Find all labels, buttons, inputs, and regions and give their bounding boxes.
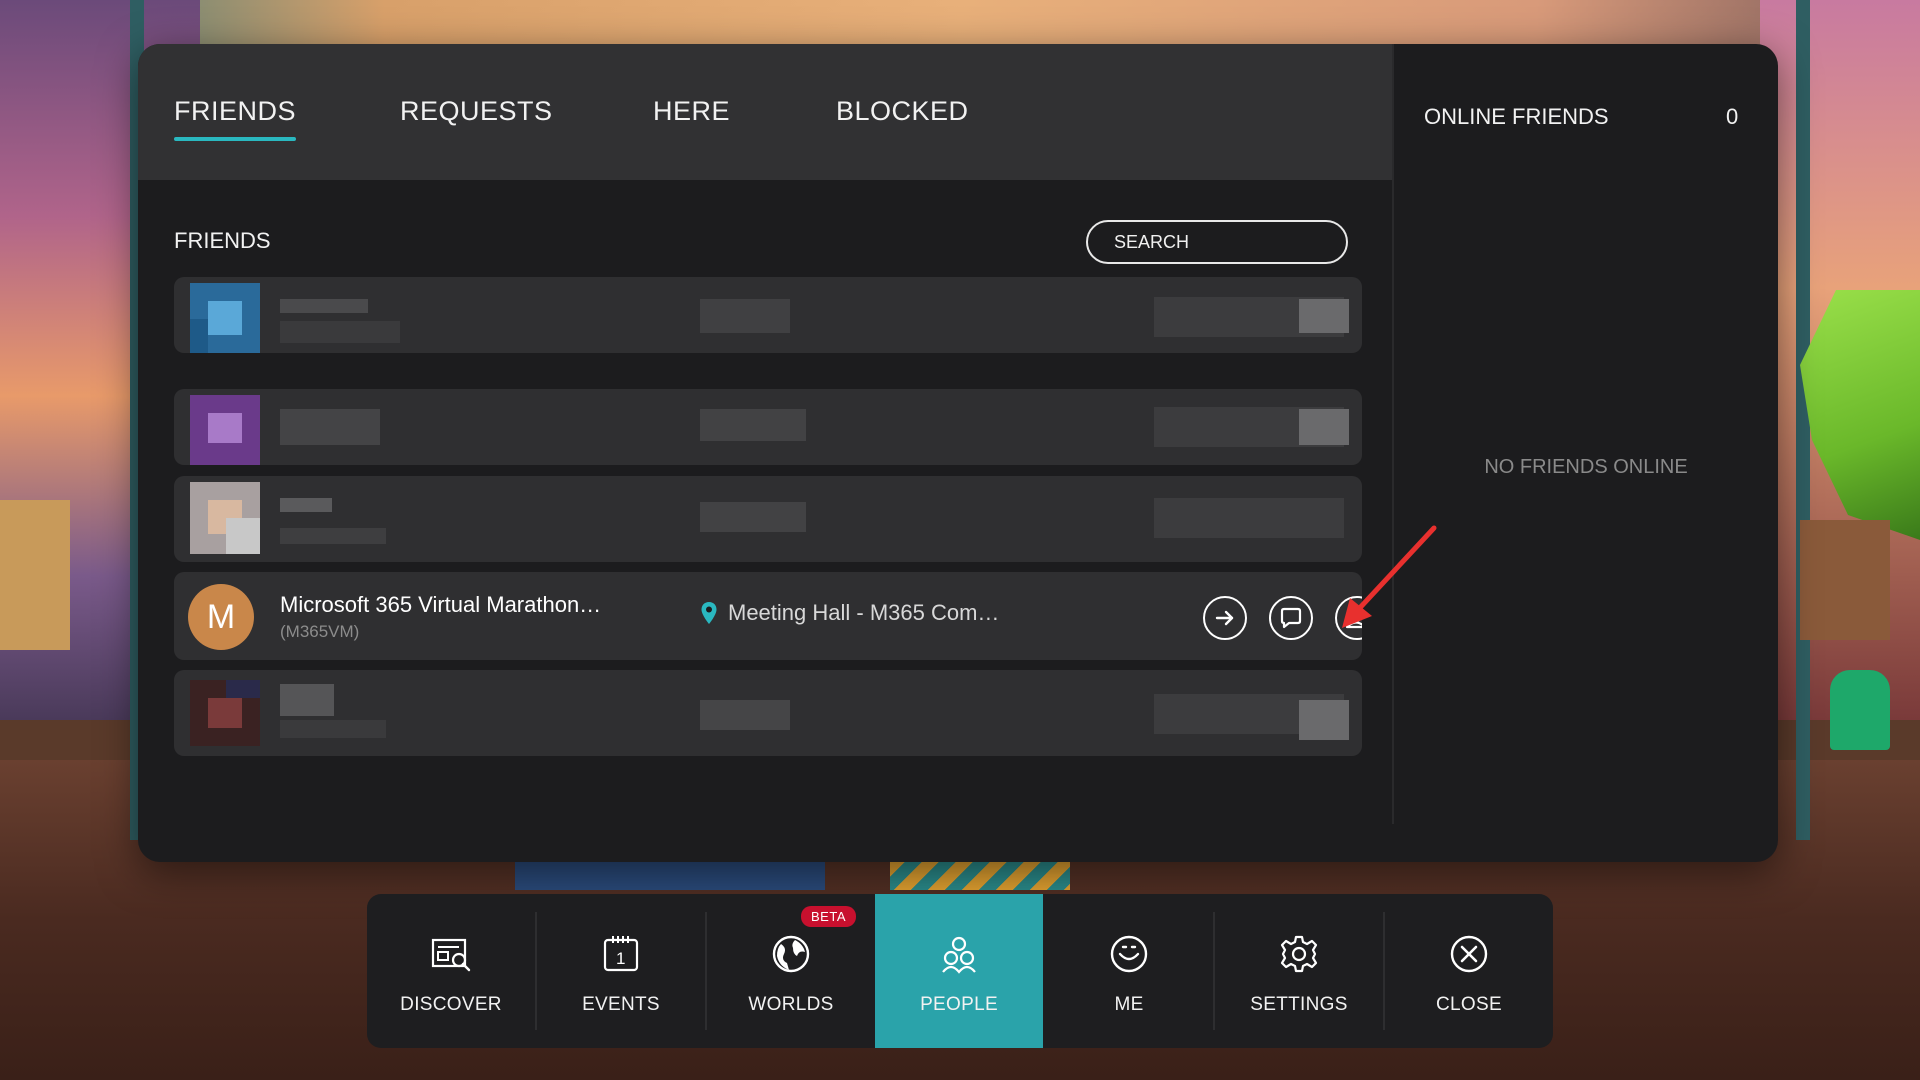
avatar-redacted	[190, 482, 260, 554]
dock-events[interactable]: 1 EVENTS	[537, 894, 705, 1048]
friend-row[interactable]: M Microsoft 365 Virtual Marathon… (M365V…	[174, 572, 1362, 660]
background-tree-trunk	[1800, 520, 1890, 640]
avatar-redacted	[190, 680, 260, 752]
chat-button[interactable]	[1269, 596, 1313, 640]
redacted-actions	[1154, 498, 1344, 538]
search-input[interactable]	[1112, 230, 1348, 254]
chat-icon	[1280, 607, 1302, 629]
dock-me[interactable]: ME	[1045, 894, 1213, 1048]
dock-close[interactable]: CLOSE	[1385, 894, 1553, 1048]
online-friends-title: ONLINE FRIENDS	[1424, 104, 1609, 129]
column-divider	[1392, 44, 1394, 824]
friend-location-label: Meeting Hall - M365 Com…	[728, 600, 1000, 625]
friend-row-redacted[interactable]	[174, 670, 1362, 756]
tab-blocked[interactable]: BLOCKED	[836, 96, 969, 127]
dock-worlds-label: WORLDS	[748, 994, 834, 1015]
avatar-redacted	[190, 283, 260, 353]
search-box[interactable]	[1086, 220, 1348, 264]
avatar: M	[188, 584, 254, 650]
redacted-handle	[280, 720, 386, 738]
dock-settings[interactable]: SETTINGS	[1215, 894, 1383, 1048]
background-green-object	[1830, 670, 1890, 750]
close-icon	[1450, 935, 1488, 973]
dock-discover[interactable]: DISCOVER	[367, 894, 535, 1048]
dock-me-label: ME	[1114, 994, 1144, 1015]
dock-people-label: PEOPLE	[920, 994, 998, 1015]
friend-name: Microsoft 365 Virtual Marathon…	[280, 592, 602, 617]
redacted-name	[280, 498, 332, 512]
dock-close-label: CLOSE	[1436, 994, 1502, 1015]
empty-state-text: NO FRIENDS ONLINE	[1484, 456, 1688, 478]
friend-handle: (M365VM)	[280, 622, 360, 641]
redacted-name	[280, 299, 368, 313]
bottom-dock: DISCOVER 1 EVENTS WORLDS BETA PEOPLE ME …	[367, 894, 1553, 1048]
redacted-location	[700, 700, 790, 730]
people-icon	[942, 936, 976, 974]
annotation-arrow-icon	[1342, 525, 1437, 628]
redacted-name	[280, 684, 334, 716]
friend-row-redacted[interactable]	[174, 389, 1362, 465]
dock-discover-label: DISCOVER	[400, 994, 502, 1015]
background-striped-rug	[890, 860, 1070, 890]
calendar-icon: 1	[603, 936, 639, 972]
online-friends-count: 0	[1726, 104, 1739, 129]
tab-requests[interactable]: REQUESTS	[400, 96, 553, 127]
redacted-handle	[280, 528, 386, 544]
join-icon	[1215, 610, 1234, 626]
friend-location[interactable]: Meeting Hall - M365 Com…	[700, 600, 999, 626]
svg-text:1: 1	[616, 949, 625, 968]
redacted-location	[700, 409, 806, 441]
friend-row-redacted[interactable]	[174, 476, 1362, 562]
gear-icon	[1280, 935, 1318, 973]
tab-friends[interactable]: FRIENDS	[174, 96, 297, 141]
dock-settings-label: SETTINGS	[1250, 994, 1348, 1015]
tab-bar: FRIENDS REQUESTS HERE BLOCKED	[138, 44, 1392, 180]
redacted-handle	[280, 321, 400, 343]
discover-icon	[431, 938, 471, 972]
dock-events-label: EVENTS	[582, 994, 660, 1015]
background-building	[0, 500, 70, 650]
location-pin-icon	[701, 602, 717, 624]
people-panel: FRIENDS REQUESTS HERE BLOCKED FRIENDS SE…	[138, 44, 1778, 862]
friend-row-redacted[interactable]	[174, 277, 1362, 353]
tab-here[interactable]: HERE	[653, 96, 730, 127]
background-window-frame-right	[1796, 0, 1810, 840]
dock-people[interactable]: PEOPLE	[875, 894, 1043, 1048]
redacted-location	[700, 502, 806, 532]
friends-section-title: FRIENDS	[174, 228, 271, 253]
redacted-name	[280, 409, 380, 445]
redacted-location	[700, 299, 790, 333]
globe-icon	[772, 935, 810, 973]
beta-badge: BETA	[801, 906, 856, 927]
smiley-icon	[1110, 935, 1148, 973]
avatar-redacted	[190, 395, 260, 465]
join-button[interactable]	[1203, 596, 1247, 640]
